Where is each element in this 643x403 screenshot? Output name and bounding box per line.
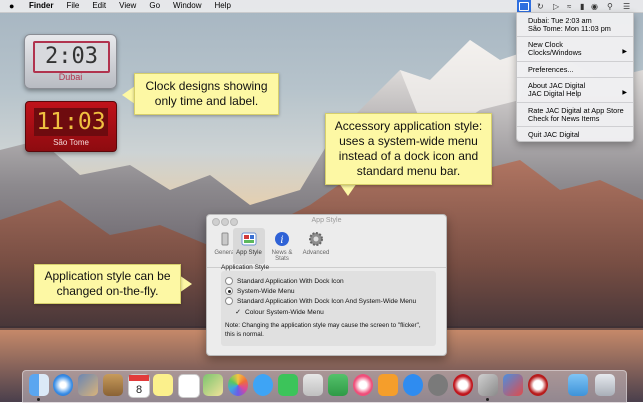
app-style-icon bbox=[241, 231, 257, 247]
menu-help-label: JAC Digital Help bbox=[528, 89, 582, 98]
running-indicator bbox=[486, 398, 489, 401]
jac-digital-menu: Dubai: Tue 2:03 am São Tome: Mon 11:03 p… bbox=[516, 12, 634, 142]
svg-text:i: i bbox=[280, 235, 283, 246]
radio-button[interactable] bbox=[225, 297, 233, 305]
volume-icon[interactable]: ▷ bbox=[553, 0, 559, 12]
callout-clock-designs: Clock designs showing only time and labe… bbox=[134, 73, 279, 115]
tab-app-style-label: App Style bbox=[236, 250, 262, 256]
checkmark-icon[interactable]: ✓ bbox=[235, 309, 241, 316]
keynote-icon[interactable] bbox=[303, 374, 323, 396]
svg-text:8: 8 bbox=[136, 384, 142, 396]
safari-icon[interactable] bbox=[53, 374, 73, 396]
menu-separator bbox=[517, 126, 633, 127]
books-icon[interactable] bbox=[378, 374, 398, 396]
system-preferences-icon[interactable] bbox=[428, 374, 448, 396]
facetime-icon[interactable] bbox=[278, 374, 298, 396]
radio-standard-app-and-menu[interactable]: Standard Application With Dock Icon And … bbox=[225, 297, 416, 305]
numbers-icon[interactable] bbox=[328, 374, 348, 396]
phone-icon bbox=[217, 231, 233, 247]
spotlight-icon[interactable]: ⚲ bbox=[607, 0, 613, 12]
tab-advanced-label: Advanced bbox=[302, 250, 330, 256]
clock-widget-saotome[interactable]: 11:03 São Tome bbox=[25, 101, 117, 152]
dock: 8 bbox=[22, 370, 627, 403]
clock-app-icon[interactable] bbox=[453, 374, 473, 396]
apple-menu-icon[interactable]: ● bbox=[9, 1, 17, 11]
toolbar-tabs: General App Style i News & Stats Advance… bbox=[207, 227, 446, 268]
menu-clocks-windows[interactable]: Clocks/Windows ▶ bbox=[528, 48, 628, 57]
menu-help[interactable]: Help bbox=[214, 0, 230, 12]
radio-button-selected[interactable] bbox=[225, 287, 233, 295]
radio-label: Standard Application With Dock Icon And … bbox=[237, 297, 417, 305]
menu-separator bbox=[517, 36, 633, 37]
radio-system-wide-menu[interactable]: System-Wide Menu bbox=[225, 287, 295, 295]
tab-app-style[interactable]: App Style bbox=[233, 228, 265, 264]
section-title: Application Style bbox=[221, 264, 270, 271]
app-store-icon[interactable] bbox=[403, 374, 423, 396]
menu-time-saotome: São Tome: Mon 11:03 pm bbox=[528, 24, 611, 33]
battery-icon[interactable]: ▮ bbox=[580, 0, 584, 12]
radio-standard-app[interactable]: Standard Application With Dock Icon bbox=[225, 277, 344, 285]
finder-icon[interactable] bbox=[29, 374, 49, 396]
wifi-icon[interactable]: ≈ bbox=[567, 0, 571, 12]
downloads-folder-icon[interactable] bbox=[568, 374, 588, 396]
photos-icon[interactable] bbox=[228, 374, 248, 396]
photo-icon[interactable] bbox=[78, 374, 98, 396]
radio-button[interactable] bbox=[225, 277, 233, 285]
reminders-icon[interactable] bbox=[178, 374, 200, 398]
menu-help-item[interactable]: JAC Digital Help ▶ bbox=[528, 89, 628, 98]
menu-separator bbox=[517, 61, 633, 62]
menu-window[interactable]: Window bbox=[173, 0, 201, 12]
clocks-icon[interactable] bbox=[528, 374, 548, 396]
submenu-arrow-icon: ▶ bbox=[622, 90, 627, 96]
menu-preferences[interactable]: Preferences... bbox=[528, 65, 628, 74]
notification-center-icon[interactable]: ☰ bbox=[623, 0, 630, 12]
clock-time: 2:03 bbox=[33, 41, 110, 73]
running-indicator bbox=[37, 398, 40, 401]
menu-go[interactable]: Go bbox=[149, 0, 160, 12]
clock-label: Dubai bbox=[58, 72, 83, 82]
menu-separator bbox=[517, 77, 633, 78]
calendar-icon[interactable]: 8 bbox=[128, 374, 150, 398]
notes-icon[interactable] bbox=[103, 374, 123, 396]
user-icon[interactable]: ◉ bbox=[591, 0, 598, 12]
window-title: App Style bbox=[311, 217, 342, 224]
messages-icon[interactable] bbox=[253, 374, 273, 396]
checkbox-label: Colour System-Wide Menu bbox=[245, 309, 324, 316]
callout-style-change: Application style can be changed on-the-… bbox=[34, 264, 181, 304]
note-text: Note: Changing the application style may… bbox=[225, 322, 421, 338]
radio-label: System-Wide Menu bbox=[237, 287, 295, 295]
stickies-icon[interactable] bbox=[153, 374, 173, 396]
maps-icon[interactable] bbox=[203, 374, 223, 396]
callout-accessory-style: Accessory application style: uses a syst… bbox=[325, 113, 492, 185]
menu-clocks-windows-label: Clocks/Windows bbox=[528, 48, 582, 57]
clock-time: 11:03 bbox=[34, 108, 108, 136]
gear-icon bbox=[308, 231, 324, 247]
time-machine-icon[interactable]: ↻ bbox=[537, 0, 544, 12]
radio-label: Standard Application With Dock Icon bbox=[237, 277, 344, 285]
menu-check-news[interactable]: Check for News Items bbox=[528, 114, 628, 123]
menu-edit[interactable]: Edit bbox=[92, 0, 106, 12]
checkbox-colour-menu[interactable]: ✓ Colour System-Wide Menu bbox=[235, 309, 324, 317]
preferences-window: App Style General App Style i News & Sta… bbox=[206, 214, 447, 356]
menu-separator bbox=[517, 102, 633, 103]
news-icon[interactable] bbox=[503, 374, 523, 396]
clock-widget-dubai[interactable]: 2:03 Dubai bbox=[24, 34, 117, 89]
info-icon: i bbox=[274, 231, 290, 247]
tab-news-stats[interactable]: i News & Stats bbox=[266, 228, 298, 264]
menu-quit[interactable]: Quit JAC Digital bbox=[528, 130, 628, 139]
clock-label: São Tome bbox=[53, 138, 89, 147]
menu-finder[interactable]: Finder bbox=[29, 0, 53, 12]
submenu-arrow-icon: ▶ bbox=[622, 49, 627, 55]
jac-digital-dock-icon[interactable] bbox=[478, 374, 498, 396]
trash-icon[interactable] bbox=[595, 374, 615, 396]
jac-digital-icon[interactable] bbox=[517, 0, 531, 12]
tab-advanced[interactable]: Advanced bbox=[300, 228, 332, 264]
menu-file[interactable]: File bbox=[66, 0, 79, 12]
tab-news-stats-label: News & Stats bbox=[271, 250, 293, 262]
music-icon[interactable] bbox=[353, 374, 373, 396]
menu-view[interactable]: View bbox=[119, 0, 136, 12]
